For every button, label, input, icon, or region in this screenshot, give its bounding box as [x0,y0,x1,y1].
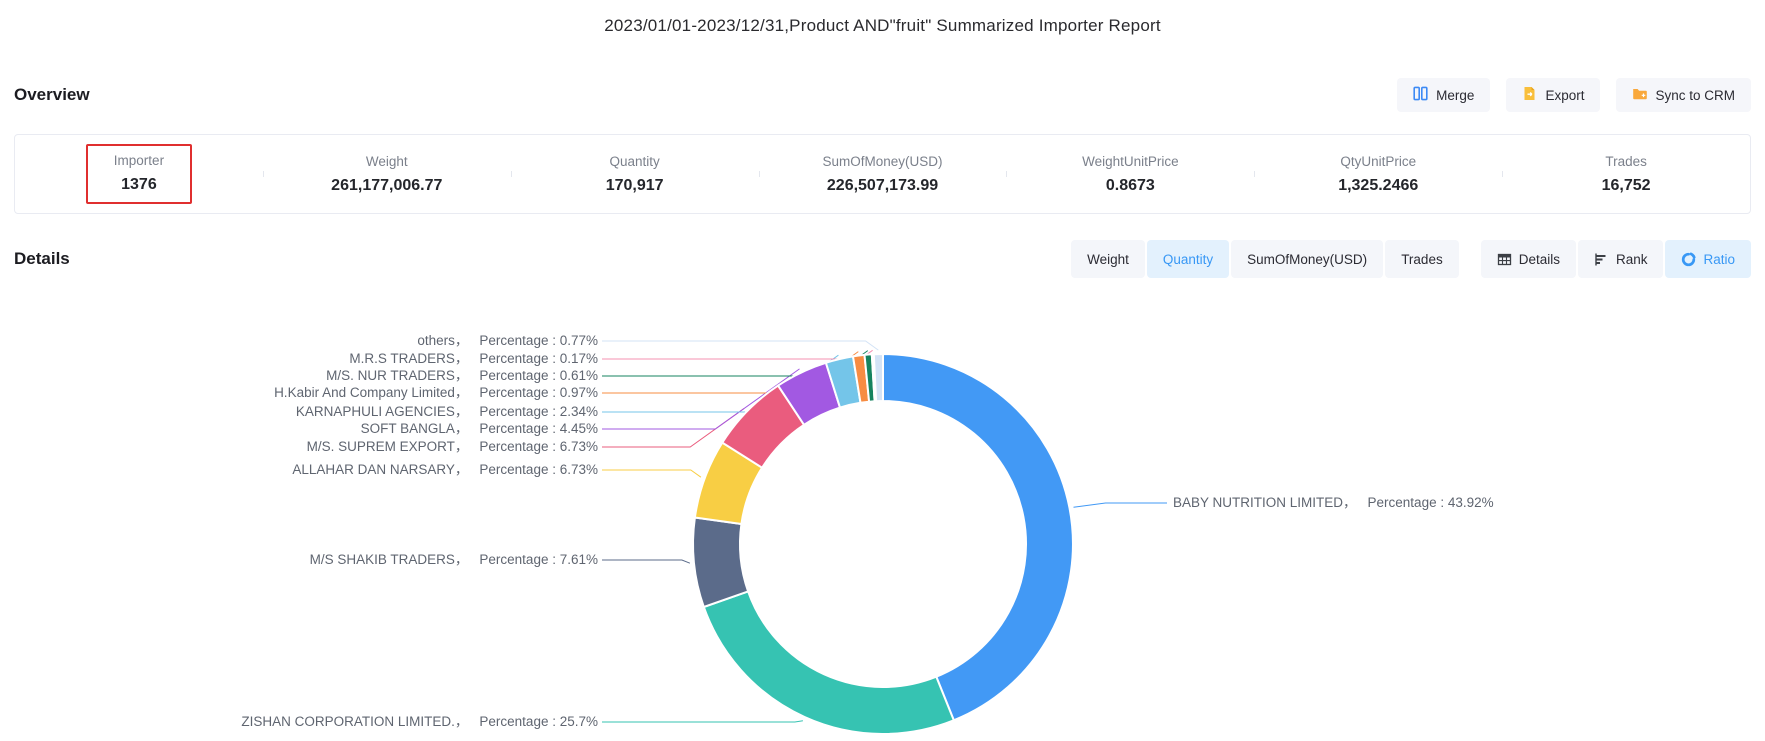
leader-line-2 [602,560,690,563]
importer-ratio-donut-chart [0,0,1765,741]
donut-slice-2[interactable] [693,518,748,608]
leader-line-10 [602,341,878,350]
leader-line-9 [602,350,873,359]
donut-slice-1[interactable] [704,591,954,734]
donut-slice-0[interactable] [883,354,1073,720]
leader-line-3 [602,470,701,477]
leader-line-1 [602,721,803,722]
leader-line-0 [1074,503,1168,507]
donut-slice-10[interactable] [874,354,883,401]
